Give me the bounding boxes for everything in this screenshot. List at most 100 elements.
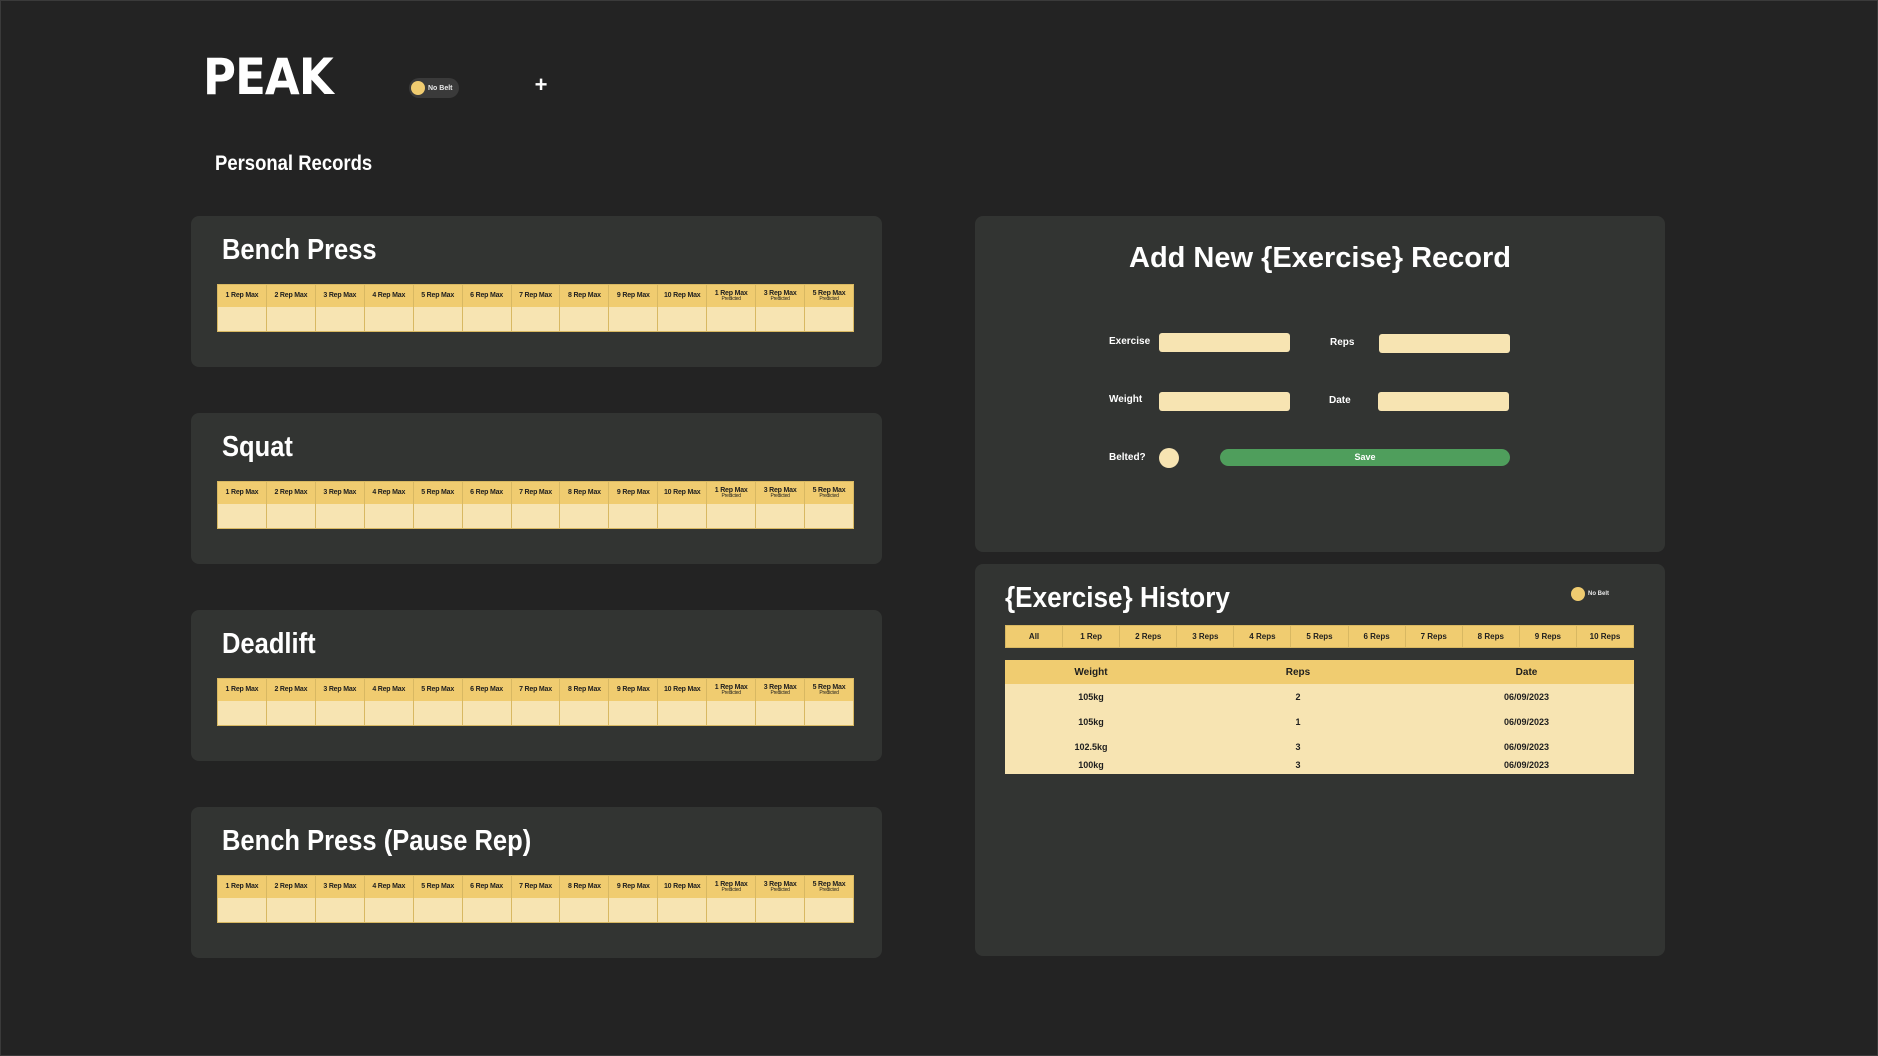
rep-max-header-label: 7 Rep Max: [519, 292, 552, 300]
rep-max-header: 7 Rep Max: [511, 482, 560, 504]
rep-max-value: [560, 898, 609, 922]
rep-max-column: 7 Rep Max: [511, 876, 561, 922]
rep-max-header: 7 Rep Max: [511, 285, 560, 307]
belted-checkbox[interactable]: [1159, 448, 1179, 468]
rep-max-header-label: 3 Rep Max: [323, 489, 357, 497]
rep-max-header: 10 Rep Max: [658, 679, 707, 701]
rep-max-header-label: 10 Rep Max: [663, 489, 701, 497]
rep-max-header-label: 6 Rep Max: [470, 292, 503, 300]
reps-field[interactable]: [1379, 334, 1510, 353]
rep-max-value: [218, 898, 266, 922]
rep-max-header: 5 Rep Max: [413, 876, 462, 898]
rep-max-header: 5 Rep Max Predicted: [805, 679, 853, 701]
rep-filter-tab[interactable]: 4 Reps: [1234, 626, 1292, 647]
rep-max-value: [315, 307, 364, 331]
rep-filter-tab[interactable]: 9 Reps: [1520, 626, 1577, 647]
rep-filter-tab[interactable]: 3 Reps: [1177, 626, 1235, 647]
rep-max-column: 5 Rep Max: [413, 285, 463, 331]
exercise-title: Bench Press: [222, 234, 377, 266]
cell-weight: 105kg: [1005, 684, 1177, 709]
rep-max-value: [658, 701, 707, 725]
rep-max-column: 8 Rep Max: [560, 482, 610, 528]
exercise-field[interactable]: [1159, 333, 1290, 352]
rep-max-header-label: 1 Rep Max: [225, 883, 259, 891]
rep-max-header-label: 3 Rep Max: [323, 292, 357, 300]
exercise-title: Squat: [222, 431, 293, 463]
rep-max-header: 3 Rep Max: [315, 679, 364, 701]
rep-max-column: 8 Rep Max: [560, 876, 610, 922]
rep-max-header-label: 5 Rep Max: [421, 686, 455, 694]
rep-max-header-sub: Predicted: [819, 493, 839, 500]
weight-field[interactable]: [1159, 392, 1290, 411]
rep-filter-tab[interactable]: 10 Reps: [1577, 626, 1633, 647]
save-button[interactable]: Save: [1220, 449, 1510, 466]
rep-max-header-label: 10 Rep Max: [663, 686, 701, 694]
rep-max-column: 8 Rep Max: [560, 679, 610, 725]
rep-max-value: [218, 307, 266, 331]
rep-filter-tab[interactable]: All: [1006, 626, 1064, 647]
rep-max-header-label: 3 Rep Max: [323, 686, 357, 694]
rep-max-header: 1 Rep Max: [218, 285, 266, 307]
rep-max-column: 8 Rep Max: [560, 285, 610, 331]
rep-max-header: 1 Rep Max: [218, 679, 266, 701]
rep-max-header-label: 2 Rep Max: [274, 489, 308, 497]
history-card: {Exercise} History No Belt All 1 Rep 2 Rep…: [975, 564, 1665, 956]
rep-max-value: [462, 504, 511, 528]
rep-max-value: [364, 307, 413, 331]
rep-max-header: 6 Rep Max: [462, 876, 511, 898]
rep-max-header-label: 10 Rep Max: [663, 883, 701, 891]
history-belt-toggle[interactable]: No Belt: [1571, 587, 1609, 601]
rep-max-value: [462, 898, 511, 922]
history-belt-toggle-label: No Belt: [1588, 591, 1609, 597]
rep-max-header-sub: Predicted: [770, 887, 790, 894]
rep-max-value: [462, 307, 511, 331]
rep-max-value: [756, 701, 805, 725]
rep-max-column: 1 Rep Max: [218, 679, 267, 725]
rep-max-column: 1 Rep Max: [218, 876, 267, 922]
rep-max-table: 1 Rep Max 2 Rep Max 3 Rep Max 4 Rep Max 5 Re…: [217, 875, 854, 923]
rep-max-header: 10 Rep Max: [658, 876, 707, 898]
rep-max-header: 8 Rep Max: [560, 876, 609, 898]
rep-max-value: [364, 898, 413, 922]
rep-filter-tab[interactable]: 6 Reps: [1349, 626, 1406, 647]
rep-max-column: 4 Rep Max: [364, 482, 414, 528]
column-header-date: Date: [1419, 660, 1634, 684]
rep-filter-tab[interactable]: 7 Reps: [1406, 626, 1463, 647]
rep-max-column: 1 Rep Max: [218, 482, 267, 528]
rep-max-header-label: 5 Rep Max: [421, 489, 455, 497]
rep-max-header-label: 4 Rep Max: [372, 883, 406, 891]
add-exercise-button[interactable]: +: [532, 74, 550, 96]
rep-max-column: 1 Rep Max Predicted: [707, 876, 757, 922]
rep-max-header: 1 Rep Max: [218, 482, 266, 504]
rep-max-header: 5 Rep Max: [413, 482, 462, 504]
rep-max-header: 1 Rep Max Predicted: [707, 679, 756, 701]
rep-filter-tab[interactable]: 1 Rep: [1063, 626, 1121, 647]
rep-max-value: [511, 701, 560, 725]
rep-max-header-label: 2 Rep Max: [274, 292, 308, 300]
rep-max-header: 5 Rep Max: [413, 285, 462, 307]
rep-filter-tab[interactable]: 2 Reps: [1120, 626, 1178, 647]
rep-max-value: [658, 504, 707, 528]
belt-toggle[interactable]: No Belt: [409, 78, 459, 98]
rep-max-header-label: 5 Rep Max: [421, 883, 455, 891]
rep-filter-tab[interactable]: 5 Reps: [1291, 626, 1349, 647]
cell-reps: 1: [1177, 709, 1419, 734]
date-field[interactable]: [1378, 392, 1509, 411]
rep-max-column: 7 Rep Max: [511, 285, 561, 331]
rep-max-header: 4 Rep Max: [364, 679, 413, 701]
rep-max-value: [413, 701, 462, 725]
rep-max-value: [756, 504, 805, 528]
rep-max-value: [266, 307, 315, 331]
rep-max-value: [707, 504, 756, 528]
rep-max-column: 9 Rep Max: [609, 679, 659, 725]
rep-max-header-label: 6 Rep Max: [470, 489, 503, 497]
cell-date: 06/09/2023: [1419, 734, 1634, 759]
rep-max-value: [315, 701, 364, 725]
rep-filter-tab[interactable]: 8 Reps: [1463, 626, 1520, 647]
rep-max-header-label: 8 Rep Max: [568, 883, 601, 891]
add-record-title: Add New {Exercise} Record: [1129, 242, 1511, 274]
table-row: 105kg 2 06/09/2023: [1005, 684, 1634, 709]
rep-max-value: [413, 898, 462, 922]
rep-max-column: 6 Rep Max: [462, 876, 512, 922]
rep-max-header: 3 Rep Max Predicted: [756, 482, 805, 504]
